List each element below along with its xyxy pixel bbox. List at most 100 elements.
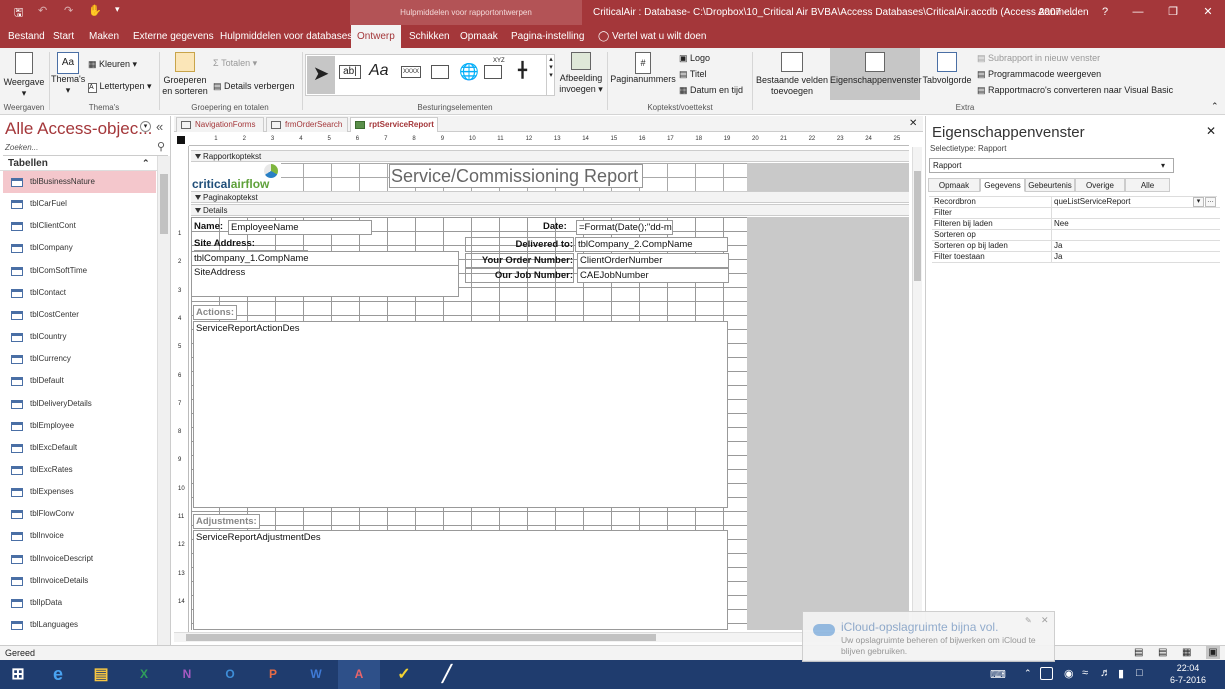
- actions-label[interactable]: Actions:: [193, 305, 237, 320]
- doctab-rptservicereport[interactable]: rptServiceReport: [350, 117, 438, 132]
- onenote-icon[interactable]: N: [166, 660, 208, 689]
- employee-name-field[interactable]: EmployeeName: [228, 220, 372, 235]
- prop-value[interactable]: Ja: [1051, 241, 1219, 252]
- powerpoint-icon[interactable]: P: [252, 660, 294, 689]
- maximize-button[interactable]: ❐: [1155, 0, 1191, 25]
- nav-item-table[interactable]: tblDefault: [3, 370, 156, 392]
- band-rapportkoptekst[interactable]: Rapportkoptekst: [191, 150, 909, 162]
- nav-item-table[interactable]: tblExcDefault: [3, 437, 156, 459]
- keyboard-icon[interactable]: ⌨: [990, 668, 1006, 681]
- save-icon[interactable]: 🖫: [14, 4, 23, 23]
- builder-icon[interactable]: …: [1205, 197, 1216, 207]
- band-paginakoptekst[interactable]: Paginakoptekst: [191, 191, 909, 203]
- redo-icon[interactable]: ↷: [64, 4, 73, 17]
- hyperlink-control-icon[interactable]: 🌐: [459, 62, 479, 82]
- delivered-to-field[interactable]: tblCompany_2.CompName: [575, 237, 728, 252]
- outlook-icon[interactable]: O: [209, 660, 251, 689]
- props-tab-overige[interactable]: Overige: [1075, 178, 1125, 192]
- windows-start-icon[interactable]: ⊞: [0, 660, 36, 689]
- excel-icon[interactable]: X: [123, 660, 165, 689]
- tab-pagina-instelling[interactable]: Pagina-instelling: [505, 25, 590, 48]
- customize-qat-icon[interactable]: ▾: [115, 4, 120, 15]
- design-vscroll-thumb[interactable]: [914, 171, 921, 281]
- nav-item-table[interactable]: tblEmployee: [3, 415, 156, 437]
- pin-icon[interactable]: ✎: [1025, 616, 1032, 625]
- design-hscroll-thumb[interactable]: [186, 634, 656, 641]
- onedrive-tray-icon[interactable]: [1040, 667, 1053, 680]
- section-collapse-icon[interactable]: ⌃: [142, 156, 150, 171]
- props-tab-opmaak[interactable]: Opmaak: [928, 178, 980, 192]
- tab-hulpmiddelen-databases[interactable]: Hulpmiddelen voor databases: [214, 25, 358, 48]
- word-icon[interactable]: W: [295, 660, 337, 689]
- report-title-label[interactable]: Service/Commissioning Report: [389, 164, 643, 188]
- touch-mode-icon[interactable]: ✋: [88, 4, 102, 17]
- textbox-control-icon[interactable]: ab|: [339, 65, 361, 79]
- details-verbergen-button[interactable]: ▤ Details verbergen: [213, 80, 295, 92]
- navigation-control-icon[interactable]: [484, 65, 502, 79]
- report-view-icon[interactable]: ▤: [1134, 646, 1143, 660]
- layout-view-icon[interactable]: ▦: [1182, 646, 1191, 660]
- internet-explorer-icon[interactable]: e: [37, 660, 79, 689]
- nav-item-table[interactable]: tblContact: [3, 282, 156, 304]
- adjustments-label[interactable]: Adjustments:: [193, 514, 260, 529]
- design-vscroll[interactable]: [912, 147, 922, 627]
- nav-item-table[interactable]: tblExpenses: [3, 481, 156, 503]
- help-button[interactable]: ?: [1087, 0, 1123, 25]
- button-control-icon[interactable]: XXXX: [401, 66, 421, 78]
- nav-section-tables[interactable]: Tabellen ⌃: [0, 156, 157, 171]
- icloud-notification[interactable]: iCloud-opslagruimte bijna vol. Uw opslag…: [802, 611, 1055, 662]
- wifi-icon[interactable]: ≈: [1082, 667, 1088, 679]
- norton-icon[interactable]: ✓: [383, 660, 425, 689]
- titel-button[interactable]: ▤ Titel: [679, 68, 707, 80]
- tab-externe-gegevens[interactable]: Externe gegevens: [127, 25, 220, 48]
- bestaande-velden-button[interactable]: Bestaande velden toevoegen: [755, 52, 829, 97]
- design-view-icon[interactable]: ▣: [1206, 646, 1220, 659]
- nav-item-table[interactable]: tblCarFuel: [3, 193, 156, 215]
- nav-scrollbar[interactable]: [157, 156, 170, 645]
- subrapport-button[interactable]: ▤ Subrapport in nieuw venster: [977, 52, 1100, 64]
- option-group-icon[interactable]: XYZ: [493, 58, 505, 64]
- nav-header[interactable]: Alle Access-objec...: [5, 119, 152, 139]
- name-label[interactable]: Name:: [194, 220, 223, 233]
- prop-value[interactable]: Nee: [1051, 219, 1219, 230]
- nav-item-table[interactable]: tblExcRates: [3, 459, 156, 481]
- recordbron-dropdown-icon[interactable]: ▾: [1193, 197, 1204, 207]
- prop-row-filter-toestaan[interactable]: Filter toestaan Ja: [932, 252, 1220, 263]
- job-number-label[interactable]: Our Job Number:: [465, 268, 574, 283]
- battery-icon[interactable]: ▮: [1118, 667, 1124, 680]
- network-icon[interactable]: ◉: [1064, 667, 1074, 680]
- nav-item-table[interactable]: tblCostCenter: [3, 304, 156, 326]
- tab-bestand[interactable]: Bestand: [2, 25, 51, 48]
- totalen-button[interactable]: Σ Totalen ▾: [213, 57, 257, 69]
- tray-expand-icon[interactable]: ⌃: [1024, 668, 1032, 679]
- band-details[interactable]: Details: [191, 204, 909, 216]
- company-logo[interactable]: criticalairflow: [191, 163, 281, 191]
- nav-item-table[interactable]: tblBusinessNature: [3, 171, 156, 193]
- tab-ontwerp[interactable]: Ontwerp: [351, 25, 401, 48]
- prop-row-sorteren-op[interactable]: Sorteren op: [932, 230, 1220, 241]
- gallery-scroll-icon[interactable]: ▴ ▾ ▾: [546, 55, 555, 95]
- file-explorer-icon[interactable]: ▤: [80, 660, 122, 689]
- kleuren-button[interactable]: ▦ Kleuren ▾: [88, 58, 137, 70]
- minimize-button[interactable]: —: [1120, 0, 1156, 25]
- nav-item-table[interactable]: tblIpData: [3, 592, 156, 614]
- nav-search-input[interactable]: Zoeken...: [3, 142, 168, 156]
- tab-maken[interactable]: Maken: [83, 25, 125, 48]
- cae-job-number-field[interactable]: CAEJobNumber: [577, 268, 729, 283]
- datum-tijd-button[interactable]: ▦ Datum en tijd: [679, 84, 743, 96]
- lettertypen-button[interactable]: A Lettertypen ▾: [88, 80, 152, 93]
- tab-schikken[interactable]: Schikken: [403, 25, 456, 48]
- print-preview-icon[interactable]: ▤: [1158, 646, 1167, 660]
- sign-in-link[interactable]: Aanmelden: [1038, 0, 1089, 25]
- prop-row-filter[interactable]: Filter: [932, 208, 1220, 219]
- nav-item-table[interactable]: tblClientCont: [3, 215, 156, 237]
- nav-item-table[interactable]: tblComSoftTime: [3, 260, 156, 282]
- close-button[interactable]: ✕: [1190, 0, 1225, 25]
- nav-item-table[interactable]: tblFlowConv: [3, 503, 156, 525]
- eigenschappenvenster-button[interactable]: Eigenschappenvenster: [830, 48, 922, 100]
- date-field[interactable]: =Format(Date();"dd-m: [576, 220, 673, 235]
- nav-item-table[interactable]: tblInvoiceDescript: [3, 548, 156, 570]
- tell-me-box[interactable]: ◯ Vertel wat u wilt doen: [592, 25, 712, 48]
- programmacode-button[interactable]: ▤ Programmacode weergeven: [977, 68, 1101, 80]
- tabvolgorde-button[interactable]: Tabvolgorde: [921, 52, 973, 86]
